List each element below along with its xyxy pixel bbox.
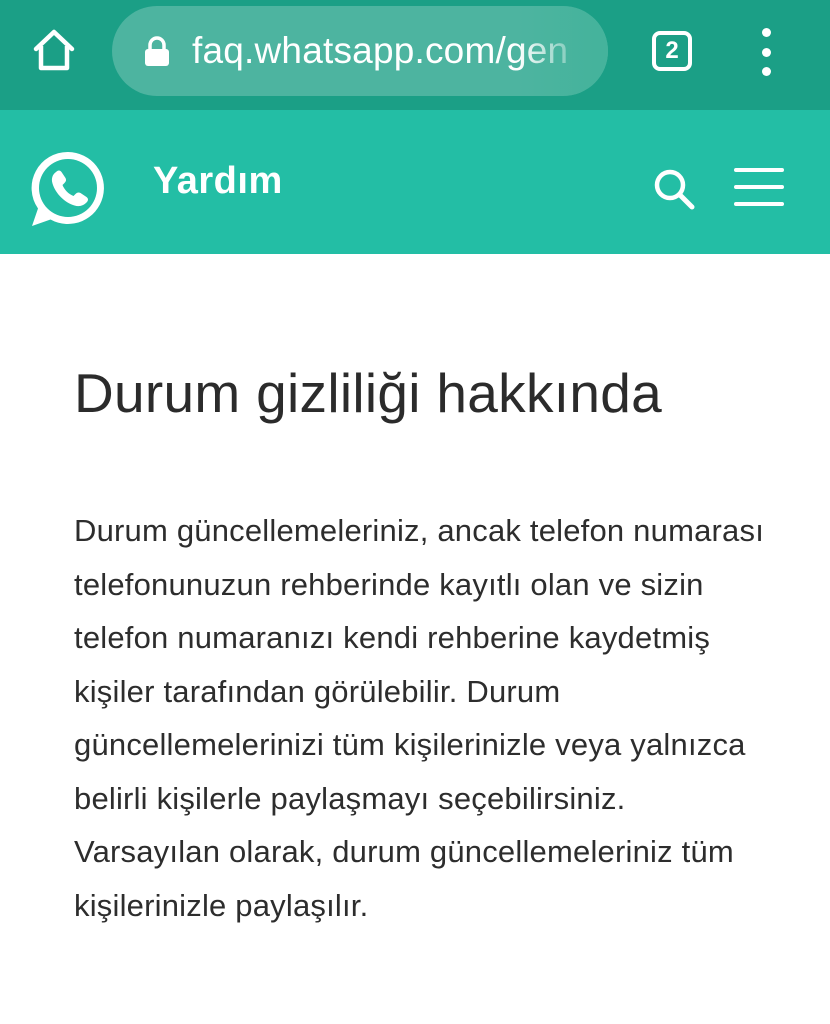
tab-switcher-button[interactable]: 2 [652, 31, 692, 71]
whatsapp-logo-icon[interactable] [28, 148, 108, 232]
search-icon[interactable] [650, 165, 698, 213]
hamburger-menu-icon[interactable] [734, 168, 784, 206]
url-fade [518, 6, 608, 96]
site-title: Yardım [153, 160, 283, 202]
url-bar[interactable]: faq.whatsapp.com/gen [112, 6, 608, 96]
article-title: Durum gizliliği hakkında [74, 362, 663, 424]
home-button[interactable] [26, 22, 82, 78]
site-header: Yardım [0, 110, 830, 254]
lock-icon [145, 36, 169, 66]
tab-count: 2 [665, 37, 679, 64]
article: Durum gizliliği hakkında Durum güncellem… [74, 360, 764, 932]
browser-toolbar: faq.whatsapp.com/gen 2 [0, 0, 830, 110]
article-body: Durum güncellemeleriniz, ancak telefon n… [74, 513, 765, 923]
url-text: faq.whatsapp.com/gen [192, 30, 569, 71]
more-vert-icon[interactable] [752, 28, 780, 76]
home-icon [33, 29, 75, 71]
